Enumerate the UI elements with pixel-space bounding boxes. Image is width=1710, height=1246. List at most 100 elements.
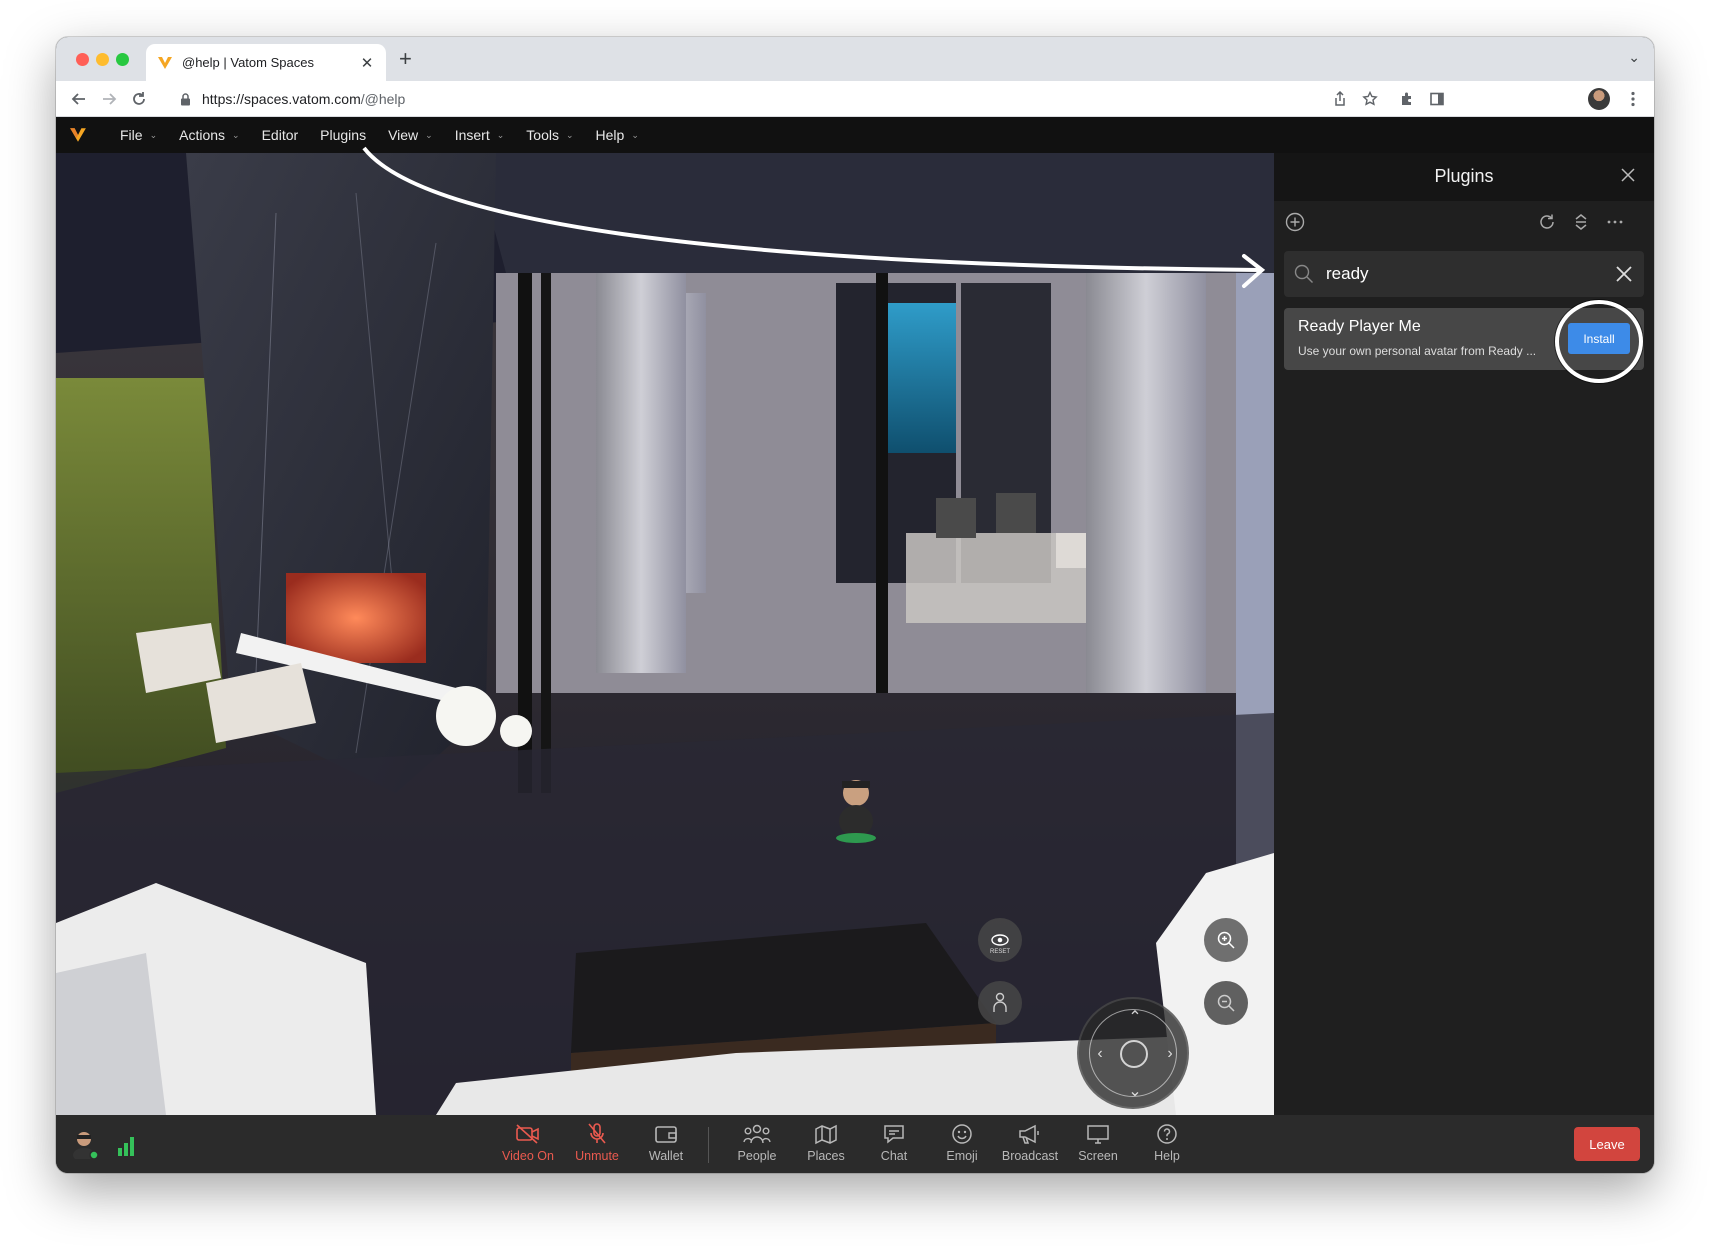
zoom-in-button[interactable] bbox=[1204, 918, 1248, 962]
menu-plugins[interactable]: Plugins bbox=[320, 127, 366, 143]
menu-view[interactable]: View ⌄ bbox=[388, 127, 433, 143]
places-button[interactable]: Places bbox=[794, 1121, 858, 1169]
mic-off-icon bbox=[583, 1121, 611, 1147]
people-label: People bbox=[737, 1149, 777, 1163]
broadcast-button[interactable]: Broadcast bbox=[998, 1121, 1062, 1169]
chat-button[interactable]: Chat bbox=[862, 1121, 926, 1169]
plugin-result-card[interactable]: Ready Player Me Use your own personal av… bbox=[1284, 308, 1644, 370]
back-arrow-icon[interactable] bbox=[68, 88, 90, 110]
plugins-panel: Plugins Read bbox=[1274, 153, 1654, 1115]
menu-help[interactable]: Help ⌄ bbox=[596, 127, 639, 143]
add-plugin-icon[interactable] bbox=[1284, 211, 1306, 233]
close-icon[interactable] bbox=[1620, 167, 1640, 187]
broadcast-label: Broadcast bbox=[1001, 1149, 1059, 1163]
person-icon bbox=[993, 992, 1007, 1012]
bottom-toolbar: Video On Unmute Wallet People Places Chat Emoj… bbox=[56, 1115, 1654, 1173]
url-host: https://spaces.vatom.com bbox=[202, 91, 361, 107]
wallet-label: Wallet bbox=[648, 1149, 684, 1163]
avatar-pose-button[interactable] bbox=[978, 981, 1022, 1025]
plugin-search-input[interactable] bbox=[1326, 264, 1586, 284]
chevron-down-icon: ⌄ bbox=[496, 129, 505, 140]
joystick-up-icon[interactable]: ⌃ bbox=[1126, 1009, 1144, 1027]
menu-file[interactable]: File ⌄ bbox=[120, 127, 157, 143]
extensions-puzzle-icon[interactable] bbox=[1396, 88, 1418, 110]
bookmark-star-icon[interactable] bbox=[1359, 88, 1381, 110]
chevron-down-icon: ⌄ bbox=[232, 129, 240, 140]
reload-icon[interactable] bbox=[128, 88, 150, 110]
address-bar[interactable]: https://spaces.vatom.com/@help bbox=[166, 85, 1476, 113]
emoji-button[interactable]: Emoji bbox=[930, 1121, 994, 1169]
megaphone-icon bbox=[1016, 1121, 1044, 1147]
vatom-logo-icon[interactable] bbox=[58, 117, 98, 153]
video-button[interactable]: Video On bbox=[496, 1121, 560, 1169]
menu-items: File ⌄ Actions ⌄ Editor Plugins View ⌄ Insert ⌄ To… bbox=[98, 127, 639, 143]
movement-joystick[interactable]: ⌃ ⌄ ‹ › bbox=[1077, 997, 1189, 1109]
forward-arrow-icon[interactable] bbox=[98, 88, 120, 110]
plugins-panel-header: Plugins bbox=[1274, 153, 1654, 201]
menu-label: Plugins bbox=[320, 127, 367, 143]
menu-label: View bbox=[388, 127, 419, 143]
monitor-icon bbox=[1084, 1121, 1112, 1147]
leave-button[interactable]: Leave bbox=[1574, 1127, 1640, 1161]
browser-menu-icon[interactable] bbox=[1622, 88, 1644, 110]
menu-label: Tools bbox=[526, 127, 559, 143]
places-label: Places bbox=[807, 1149, 845, 1163]
plugin-name: Ready Player Me bbox=[1298, 318, 1421, 335]
side-panel-icon[interactable] bbox=[1426, 88, 1448, 110]
browser-tab[interactable]: @help | Vatom Spaces ✕ bbox=[146, 44, 386, 81]
zoom-out-icon bbox=[1217, 994, 1235, 1012]
window-close-button[interactable] bbox=[76, 53, 89, 66]
tab-search-chevron-icon[interactable]: ⌄ bbox=[1628, 49, 1640, 66]
profile-avatar[interactable] bbox=[1588, 88, 1610, 110]
people-button[interactable]: People bbox=[725, 1121, 789, 1169]
tab-strip: @help | Vatom Spaces ✕ + ⌄ bbox=[56, 37, 1654, 81]
help-button[interactable]: Help bbox=[1135, 1121, 1199, 1169]
plugins-panel-title: Plugins bbox=[1434, 166, 1494, 186]
video-off-icon bbox=[514, 1121, 542, 1147]
menu-insert[interactable]: Insert ⌄ bbox=[455, 127, 505, 143]
chevron-down-icon: ⌄ bbox=[425, 129, 433, 140]
browser-window: @help | Vatom Spaces ✕ + ⌄ https://space… bbox=[56, 37, 1654, 1173]
window-minimize-button[interactable] bbox=[96, 53, 109, 66]
sort-icon[interactable] bbox=[1570, 211, 1592, 233]
mute-button[interactable]: Unmute bbox=[565, 1121, 629, 1169]
tab-close-icon[interactable]: ✕ bbox=[358, 54, 376, 72]
people-icon bbox=[743, 1121, 771, 1147]
install-button[interactable]: Install bbox=[1568, 323, 1630, 354]
tab-title: @help | Vatom Spaces bbox=[182, 55, 314, 70]
zoom-out-button[interactable] bbox=[1204, 981, 1248, 1025]
self-avatar[interactable] bbox=[70, 1129, 98, 1159]
menu-editor[interactable]: Editor bbox=[262, 127, 299, 143]
joystick-down-icon[interactable]: ⌄ bbox=[1126, 1083, 1144, 1101]
connection-signal-icon bbox=[118, 1137, 134, 1156]
share-icon[interactable] bbox=[1329, 88, 1351, 110]
screen-label: Screen bbox=[1078, 1149, 1118, 1163]
more-options-icon[interactable] bbox=[1604, 211, 1626, 233]
joystick-right-icon[interactable]: › bbox=[1161, 1045, 1179, 1063]
clear-search-icon[interactable] bbox=[1614, 264, 1634, 284]
plugins-toolbar bbox=[1274, 201, 1654, 241]
browser-toolbar: https://spaces.vatom.com/@help bbox=[56, 81, 1654, 117]
chevron-down-icon: ⌄ bbox=[565, 129, 574, 140]
eye-icon bbox=[991, 934, 1009, 946]
joystick-knob[interactable] bbox=[1120, 1040, 1148, 1068]
refresh-icon[interactable] bbox=[1536, 211, 1558, 233]
menu-tools[interactable]: Tools ⌄ bbox=[526, 127, 573, 143]
plugin-description: Use your own personal avatar from Ready … bbox=[1298, 344, 1537, 358]
emoji-label: Emoji bbox=[946, 1149, 978, 1163]
video-label: Video On bbox=[502, 1149, 554, 1163]
joystick-left-icon[interactable]: ‹ bbox=[1091, 1045, 1109, 1063]
screen-button[interactable]: Screen bbox=[1066, 1121, 1130, 1169]
new-tab-button[interactable]: + bbox=[399, 46, 412, 72]
url-path: /@help bbox=[360, 91, 406, 107]
mute-label: Unmute bbox=[575, 1149, 619, 1163]
help-label: Help bbox=[1154, 1149, 1180, 1163]
menu-label: Editor bbox=[261, 127, 299, 143]
wallet-button[interactable]: Wallet bbox=[634, 1121, 698, 1169]
3d-viewport[interactable]: RESET ⌃ ⌄ ‹ › bbox=[56, 153, 1274, 1115]
camera-reset-button[interactable]: RESET bbox=[978, 918, 1022, 962]
toolbar-divider bbox=[708, 1127, 709, 1163]
menu-label: Help bbox=[595, 127, 625, 143]
menu-actions[interactable]: Actions ⌄ bbox=[179, 127, 239, 143]
window-maximize-button[interactable] bbox=[116, 53, 129, 66]
